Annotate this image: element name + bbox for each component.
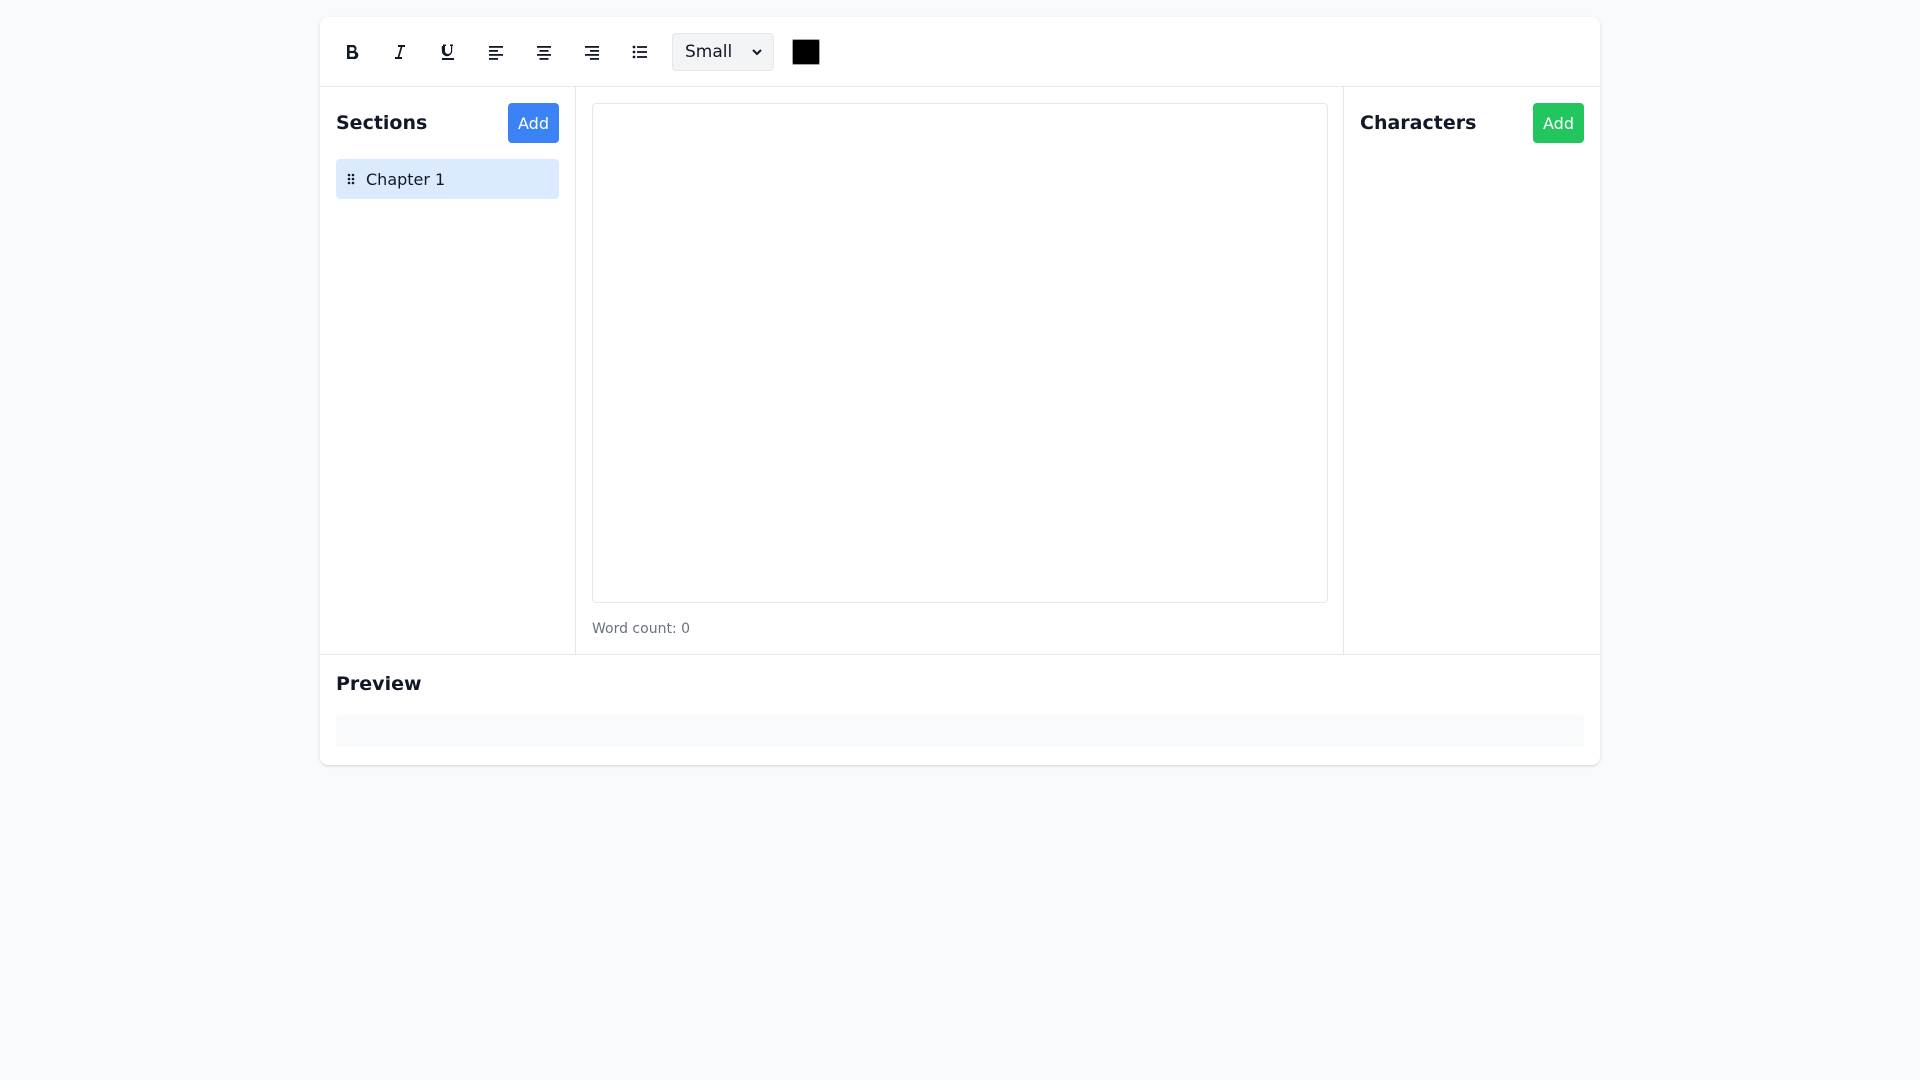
characters-panel: Characters Add [1344,87,1600,654]
align-center-button[interactable] [528,36,560,68]
list-icon [632,45,647,58]
bold-button[interactable] [336,36,368,68]
bullet-list-button[interactable] [624,36,656,68]
editor-column: Word count: 0 [576,87,1344,654]
workspace: Sections Add Chapter 1 Word count: 0 Cha… [320,87,1600,655]
word-count: Word count: 0 [592,621,691,637]
underline-button[interactable] [432,36,464,68]
align-right-button[interactable] [576,36,608,68]
sections-panel: Sections Add Chapter 1 [320,87,576,654]
align-left-button[interactable] [480,36,512,68]
drag-handle-icon[interactable] [346,172,356,186]
italic-icon [395,44,405,59]
font-size-value: Small [685,41,733,62]
section-item-label: Chapter 1 [366,169,446,189]
characters-header: Characters Add [1360,103,1584,143]
section-list: Chapter 1 [336,159,559,199]
preview-title: Preview [336,673,422,695]
add-section-button[interactable]: Add [508,103,559,143]
underline-icon [441,44,454,60]
formatting-toolbar: Small [320,17,1600,87]
text-editor[interactable] [592,103,1328,603]
text-color-picker[interactable] [792,38,820,65]
editor-app: Small Sections Add Chapter 1 Word count:… [320,17,1600,765]
font-size-select[interactable]: Small [672,32,774,71]
align-left-icon [489,45,503,60]
characters-title: Characters [1360,112,1477,134]
bold-icon [347,44,359,59]
sections-title: Sections [336,112,428,134]
align-right-icon [585,45,599,60]
italic-button[interactable] [384,36,416,68]
sections-header: Sections Add [336,103,559,143]
preview-panel: Preview [320,655,1600,763]
add-character-button[interactable]: Add [1533,103,1584,143]
preview-content [336,715,1584,747]
chevron-down-icon [752,48,762,55]
section-item-chapter-1[interactable]: Chapter 1 [336,159,559,199]
align-center-icon [537,45,551,60]
